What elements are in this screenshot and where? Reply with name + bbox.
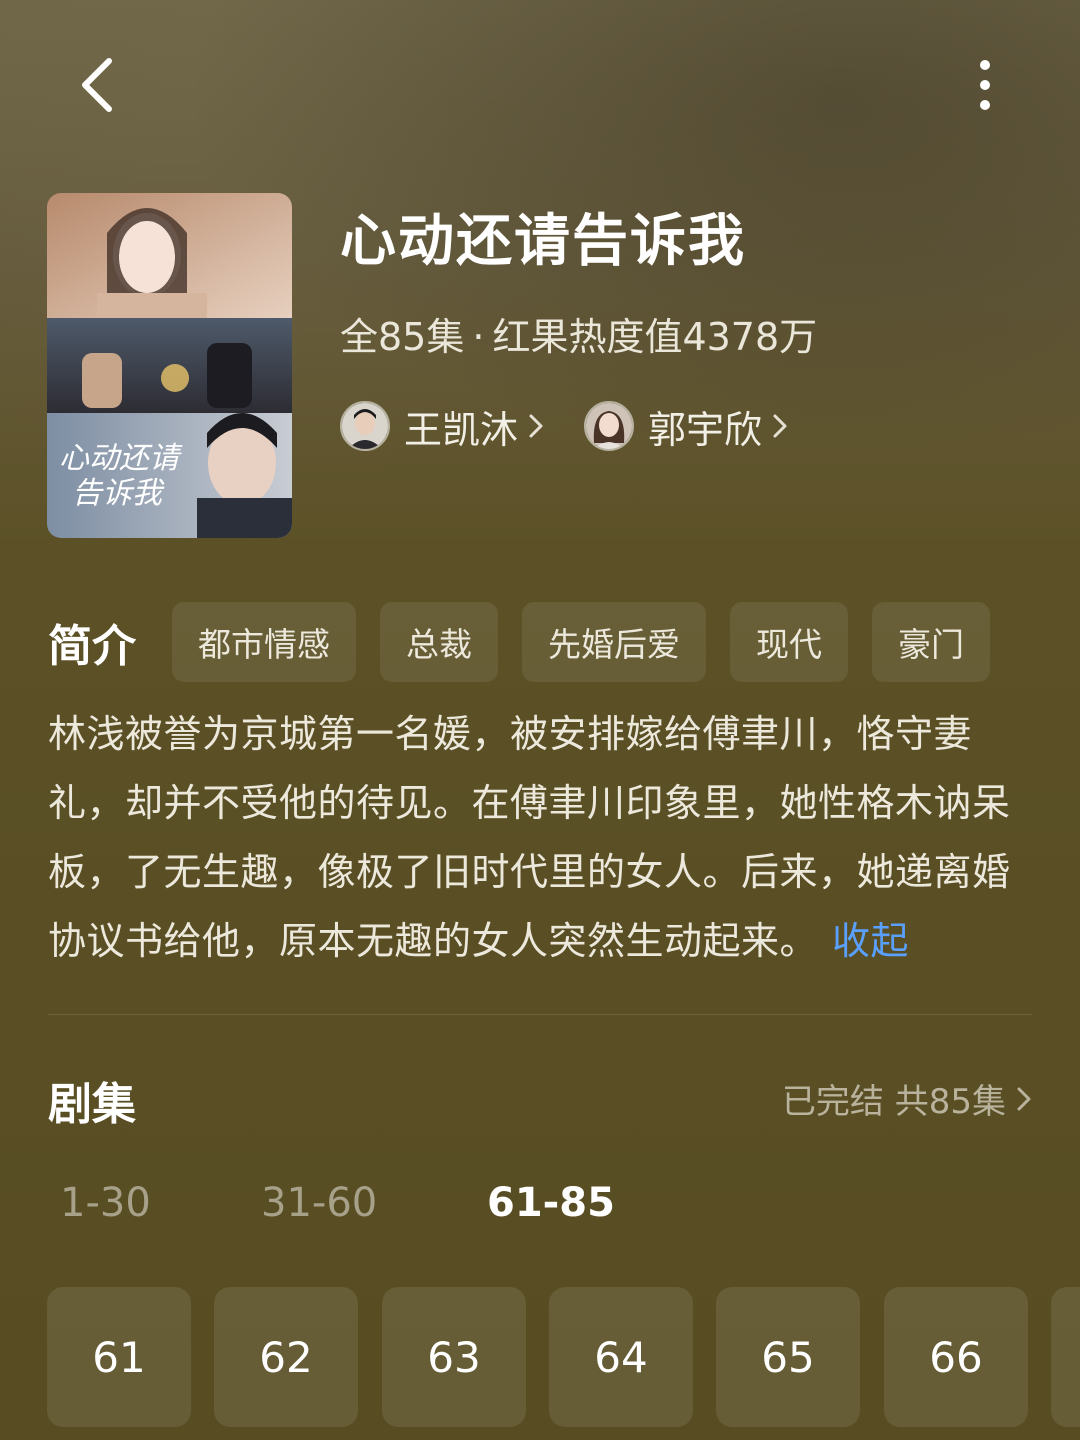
actor-list: 王凯沐 郭宇欣 [340, 398, 828, 454]
svg-text:心动还请: 心动还请 [59, 441, 183, 476]
genre-tag[interactable]: 都市情感 [172, 602, 356, 682]
actor-link-2[interactable]: 郭宇欣 [584, 399, 788, 454]
avatar [584, 401, 635, 451]
episode-count: 全85集 [340, 315, 465, 359]
actor-name: 王凯沐 [404, 407, 519, 452]
genre-tag[interactable]: 豪门 [872, 602, 990, 682]
intro-title: 简介 [48, 621, 136, 672]
chevron-right-icon [529, 414, 543, 438]
collapse-link[interactable]: 收起 [832, 919, 909, 963]
genre-tag[interactable]: 先婚后爱 [522, 602, 706, 682]
episode-button[interactable]: 64 [549, 1287, 693, 1427]
show-title: 心动还请告诉我 [340, 209, 746, 274]
actor-name: 郭宇欣 [648, 407, 763, 452]
episodes-title: 剧集 [48, 1079, 136, 1130]
episode-button[interactable]: 61 [47, 1287, 191, 1427]
avatar [340, 401, 390, 451]
synopsis: 林浅被誉为京城第一名媛，被安排嫁给傅聿川，恪守妻礼，却并不受他的待见。在傅聿川印… [48, 700, 1038, 976]
svg-text:告诉我: 告诉我 [72, 476, 165, 511]
chevron-right-icon [773, 414, 787, 438]
heat-value: 红果热度值4378万 [492, 315, 818, 359]
episode-button[interactable]: 65 [716, 1287, 860, 1427]
range-tab-31-60[interactable]: 31-60 [261, 1180, 377, 1226]
back-button[interactable] [62, 50, 132, 120]
poster-image[interactable]: 心动还请 告诉我 [47, 193, 292, 538]
more-button[interactable] [955, 50, 1015, 120]
episodes-status: 已完结 共85集 [781, 1082, 1006, 1122]
genre-tag[interactable]: 总裁 [380, 602, 498, 682]
divider [48, 1014, 1032, 1015]
episode-button[interactable]: 62 [214, 1287, 358, 1427]
episode-button-partial[interactable] [1051, 1287, 1080, 1427]
episode-grid: 61 62 63 64 65 66 [47, 1287, 1080, 1427]
meta-separator: · [472, 315, 485, 359]
chevron-right-icon [1017, 1087, 1031, 1110]
intro-header: 简介 都市情感 总裁 先婚后爱 现代 豪门 [48, 602, 1014, 682]
range-tab-1-30[interactable]: 1-30 [60, 1180, 151, 1226]
genre-tag[interactable]: 现代 [730, 602, 848, 682]
episodes-header: 剧集 已完结 共85集 [48, 1064, 1032, 1130]
episode-button[interactable]: 63 [382, 1287, 526, 1427]
range-tab-61-85[interactable]: 61-85 [487, 1180, 615, 1226]
chevron-left-icon [82, 58, 112, 112]
episode-button[interactable]: 66 [884, 1287, 1028, 1427]
more-vertical-icon [980, 60, 990, 110]
actor-link-1[interactable]: 王凯沐 [340, 399, 544, 454]
episodes-status-link[interactable]: 已完结 共85集 [782, 1074, 1032, 1123]
show-meta: 全85集 · 红果热度值4378万 [340, 306, 817, 361]
top-bar [0, 30, 1080, 140]
